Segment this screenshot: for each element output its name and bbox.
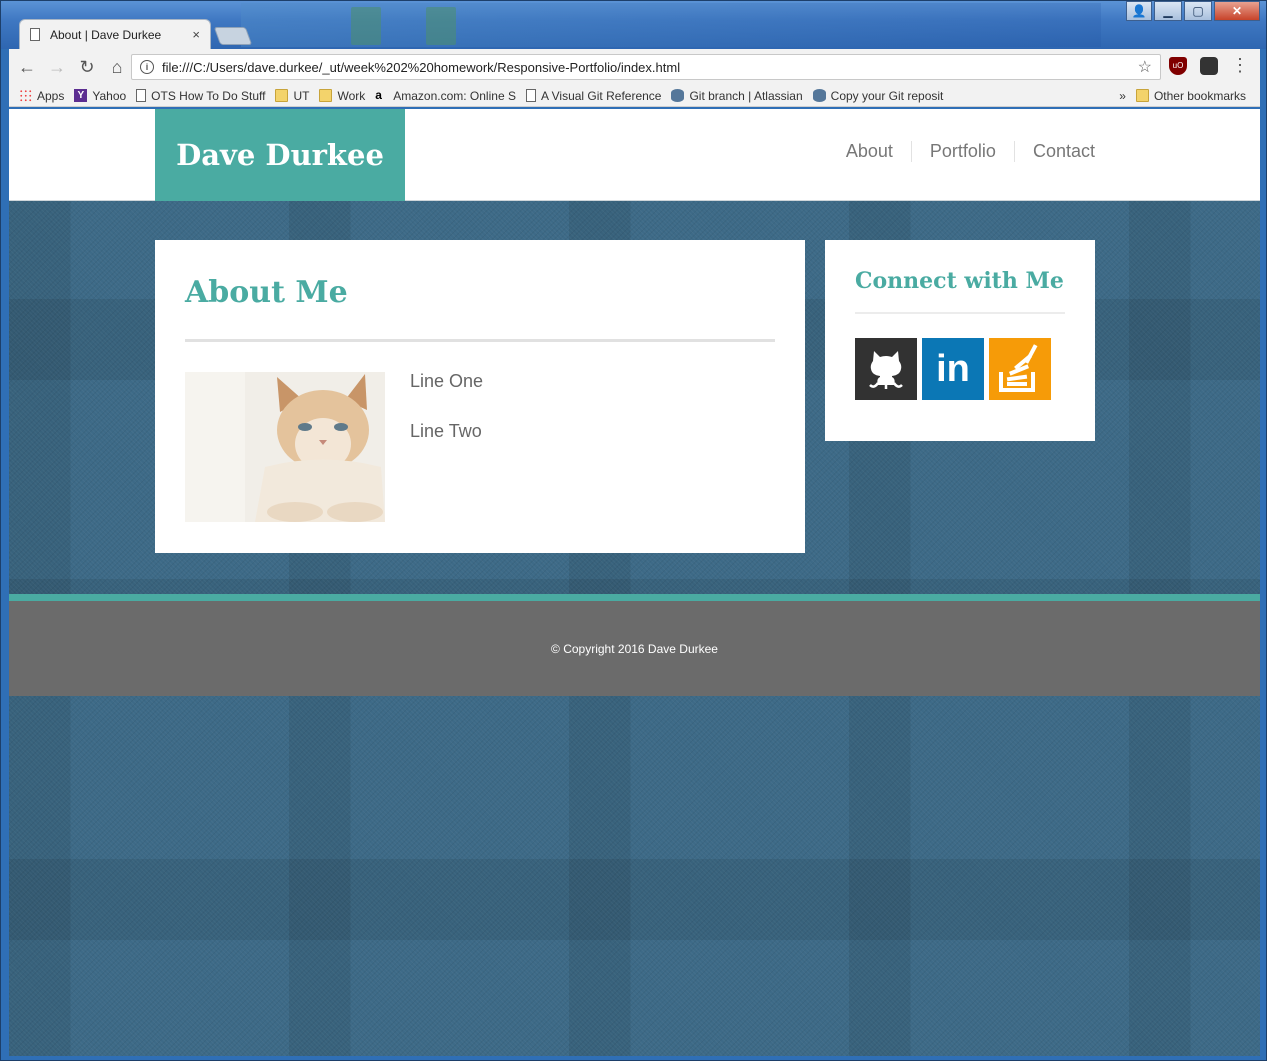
window-controls: 👤 ▁ ▢ ✕	[1124, 1, 1260, 21]
maximize-button[interactable]: ▢	[1184, 1, 1212, 21]
about-line-one: Line One	[410, 371, 484, 391]
bookmark-apps[interactable]: Apps	[19, 89, 64, 103]
folder-icon	[275, 89, 289, 102]
site-header: Dave Durkee About Portfolio Contact	[9, 109, 1260, 201]
ghostery-icon[interactable]	[1200, 57, 1218, 75]
page-viewport: Dave Durkee About Portfolio Contact Abou…	[9, 109, 1260, 1056]
social-links: in	[855, 338, 1065, 400]
bookmark-label: Apps	[37, 88, 65, 103]
bookmark-label: A Visual Git Reference	[540, 88, 662, 103]
github-icon[interactable]	[855, 338, 917, 400]
site-nav: About Portfolio Contact	[828, 141, 1095, 162]
bookmark-copy-git[interactable]: Copy your Git reposit	[812, 88, 944, 103]
divider	[185, 339, 775, 342]
browser-toolbar: ← → ↻ ⌂ i file:///C:/Users/dave.durkee/_…	[9, 49, 1260, 85]
cat-illustration	[185, 372, 385, 522]
bookmark-work[interactable]: Work	[319, 89, 365, 103]
bookmark-ut[interactable]: UT	[275, 89, 309, 103]
about-line-two: Line Two	[410, 421, 482, 441]
other-bookmarks[interactable]: Other bookmarks	[1135, 88, 1246, 103]
close-window-button[interactable]: ✕	[1214, 1, 1260, 21]
yahoo-icon: Y	[74, 89, 88, 102]
forward-button[interactable]: →	[45, 55, 69, 79]
bookmark-label: Amazon.com: Online S	[393, 88, 516, 103]
bookmark-git-reference[interactable]: A Visual Git Reference	[525, 88, 662, 103]
tab-close-icon[interactable]: ×	[192, 27, 200, 42]
bookmark-label: Git branch | Atlassian	[689, 88, 803, 103]
apps-icon	[19, 89, 32, 102]
home-button[interactable]: ⌂	[105, 55, 129, 79]
about-card: About Me Line One Line Two	[155, 240, 805, 553]
page-icon	[525, 89, 536, 102]
connect-heading: Connect with Me	[855, 268, 1064, 294]
bookmark-label: Work	[337, 88, 366, 103]
stackoverflow-icon[interactable]	[989, 338, 1051, 400]
blurred-window-icon	[426, 7, 456, 45]
page-icon	[30, 28, 40, 41]
menu-icon[interactable]: ⋮	[1231, 56, 1249, 75]
bookmark-git-branch[interactable]: Git branch | Atlassian	[671, 88, 803, 103]
browser-window: About | Dave Durkee × 👤 ▁ ▢ ✕ ← → ↻ ⌂ i …	[0, 0, 1267, 1061]
bookmark-label: Copy your Git reposit	[830, 88, 944, 103]
tab-about[interactable]: About | Dave Durkee ×	[19, 19, 211, 49]
tab-title: About | Dave Durkee	[50, 27, 162, 42]
database-icon	[812, 89, 826, 102]
nav-about[interactable]: About	[828, 141, 911, 162]
new-tab-button[interactable]	[213, 27, 253, 45]
divider	[855, 312, 1065, 314]
copyright-text: © Copyright 2016 Dave Durkee	[551, 641, 718, 656]
site-footer: © Copyright 2016 Dave Durkee	[9, 601, 1260, 696]
star-icon[interactable]: ☆	[1138, 57, 1152, 77]
bookmark-label: Other bookmarks	[1153, 88, 1246, 103]
nav-contact[interactable]: Contact	[1013, 141, 1095, 162]
folder-icon	[319, 89, 333, 102]
page-icon	[136, 89, 147, 102]
connect-card: Connect with Me in	[825, 240, 1095, 441]
user-icon[interactable]: 👤	[1126, 1, 1152, 21]
nav-portfolio[interactable]: Portfolio	[910, 141, 1014, 162]
bookmark-label: Yahoo	[92, 88, 127, 103]
cat-photo	[185, 372, 385, 522]
folder-icon	[1135, 89, 1149, 102]
bookmark-amazon[interactable]: a Amazon.com: Online S	[375, 89, 516, 103]
back-button[interactable]: ←	[15, 55, 39, 79]
blurred-window-icon	[351, 7, 381, 45]
stackoverflow-graphic	[999, 344, 1038, 392]
minimize-button[interactable]: ▁	[1154, 1, 1182, 21]
bookmark-label: UT	[293, 88, 310, 103]
database-icon	[671, 89, 685, 102]
about-heading: About Me	[185, 275, 348, 310]
linkedin-icon[interactable]: in	[922, 338, 984, 400]
url-text[interactable]: file:///C:/Users/dave.durkee/_ut/week%20…	[162, 60, 1138, 75]
title-bar: About | Dave Durkee × 👤 ▁ ▢ ✕	[1, 1, 1266, 49]
github-octocat-graphic	[869, 351, 903, 389]
address-bar[interactable]: i file:///C:/Users/dave.durkee/_ut/week%…	[131, 54, 1161, 80]
bookmark-label: OTS How To Do Stuff	[151, 88, 266, 103]
ublock-icon[interactable]: uO	[1169, 57, 1187, 75]
bookmarks-bar: Apps Y Yahoo OTS How To Do Stuff UT Work …	[9, 85, 1260, 107]
bookmark-ots[interactable]: OTS How To Do Stuff	[136, 89, 265, 103]
site-brand[interactable]: Dave Durkee	[155, 109, 405, 201]
bookmarks-overflow-button[interactable]: »	[1119, 89, 1126, 103]
footer-accent-line	[9, 594, 1260, 601]
bookmark-yahoo[interactable]: Y Yahoo	[74, 89, 126, 103]
about-body: Line One Line Two	[185, 372, 775, 522]
amazon-icon: a	[375, 88, 382, 102]
info-icon[interactable]: i	[140, 60, 154, 74]
reload-button[interactable]: ↻	[75, 55, 99, 79]
about-text: Line One Line Two	[410, 372, 483, 522]
